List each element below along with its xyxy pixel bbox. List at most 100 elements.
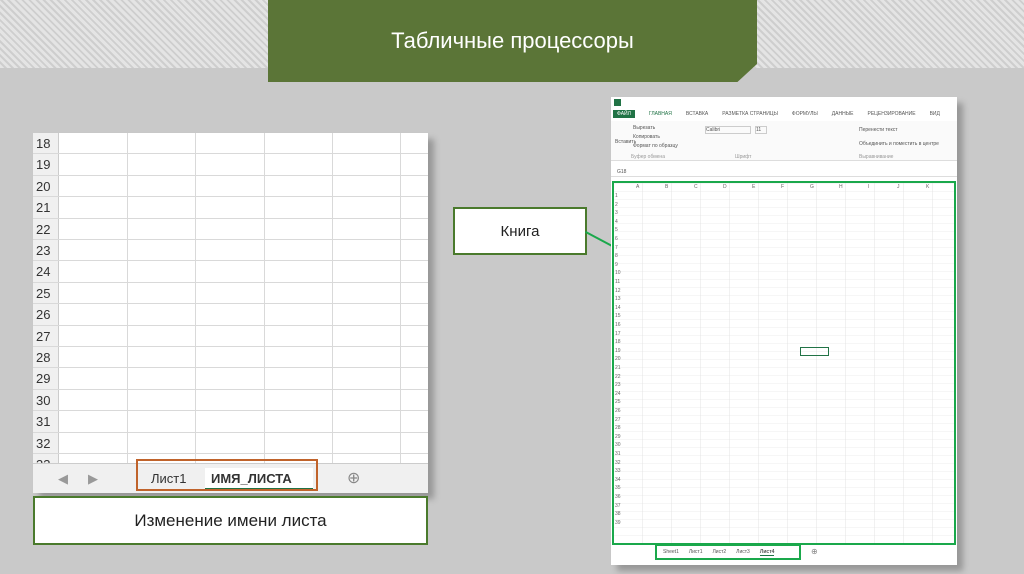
row-number[interactable]: 37 xyxy=(615,503,621,509)
book-label: Книга xyxy=(500,222,540,240)
row-number[interactable]: 8 xyxy=(615,253,618,259)
row-number[interactable]: 39 xyxy=(615,520,621,526)
row-number[interactable]: 29 xyxy=(615,434,621,440)
ribbon-tab[interactable]: ФАЙЛ xyxy=(613,110,635,118)
column-header[interactable]: C xyxy=(694,184,698,190)
row-number[interactable]: 36 xyxy=(615,494,621,500)
row-number[interactable]: 3 xyxy=(615,210,618,216)
row-number[interactable]: 21 xyxy=(615,365,621,371)
row-number[interactable]: 32 xyxy=(615,460,621,466)
size-select[interactable]: 11 xyxy=(755,126,767,134)
row-number[interactable]: 35 xyxy=(615,485,621,491)
row-number[interactable]: 19 xyxy=(615,348,621,354)
row-number: 21 xyxy=(36,200,51,216)
worksheet-grid[interactable]: A B C D E F G H I J K 1 2 3 4 5 6 7 8 9 10 11 12 13 14 15 16 17 18 19… xyxy=(612,181,956,545)
connector-line xyxy=(585,231,615,248)
row-number[interactable]: 30 xyxy=(615,442,621,448)
row-number[interactable]: 25 xyxy=(615,399,621,405)
row-number[interactable]: 6 xyxy=(615,236,618,242)
sheet-tab[interactable]: Sheet1 xyxy=(663,549,679,555)
row-number[interactable]: 33 xyxy=(615,468,621,474)
sheet-tab[interactable]: Лист2 xyxy=(713,549,727,555)
column-header[interactable]: E xyxy=(752,184,755,190)
row-number[interactable]: 27 xyxy=(615,417,621,423)
font-select[interactable]: Calibri xyxy=(705,126,751,134)
selected-cell[interactable] xyxy=(800,347,829,356)
row-number[interactable]: 38 xyxy=(615,511,621,517)
row-number: 31 xyxy=(36,414,51,430)
ribbon-tab[interactable]: ВСТАВКА xyxy=(686,111,708,117)
row-number: 26 xyxy=(36,307,51,323)
name-box[interactable]: G18 xyxy=(617,169,626,175)
column-header[interactable]: I xyxy=(868,184,869,190)
title-text: Табличные процессоры xyxy=(391,28,634,53)
table-row: 31 xyxy=(33,411,428,433)
format-painter-button[interactable]: Формат по образцу xyxy=(633,143,678,149)
row-number[interactable]: 34 xyxy=(615,477,621,483)
row-number[interactable]: 7 xyxy=(615,245,618,251)
row-number[interactable]: 31 xyxy=(615,451,621,457)
plus-circle-icon[interactable]: ⊕ xyxy=(347,468,360,490)
row-number[interactable]: 2 xyxy=(615,202,618,208)
plus-circle-icon[interactable]: ⊕ xyxy=(811,547,818,556)
slide-title: Табличные процессоры xyxy=(268,0,757,82)
col-line xyxy=(400,133,401,463)
column-header[interactable]: K xyxy=(926,184,929,190)
row-number[interactable]: 12 xyxy=(615,288,621,294)
table-row: 25 xyxy=(33,283,428,305)
row-number[interactable]: 28 xyxy=(615,425,621,431)
column-header[interactable]: F xyxy=(781,184,784,190)
row-number[interactable]: 9 xyxy=(615,262,618,268)
row-number[interactable]: 23 xyxy=(615,382,621,388)
table-row: 30 xyxy=(33,390,428,412)
ribbon-tab[interactable]: РЕЦЕНЗИРОВАНИЕ xyxy=(868,111,916,117)
sheet-tab[interactable]: Лист4 xyxy=(759,549,775,556)
row-number[interactable]: 20 xyxy=(615,356,621,362)
wrap-text-button[interactable]: Перенести текст xyxy=(859,127,898,133)
ribbon-tab[interactable]: ДАННЫЕ xyxy=(832,111,854,117)
row-number: 18 xyxy=(36,136,51,151)
row-number[interactable]: 10 xyxy=(615,270,621,276)
ribbon-tab[interactable]: ВИД xyxy=(930,111,940,117)
col-line xyxy=(195,133,196,463)
column-header[interactable]: G xyxy=(810,184,814,190)
row-number[interactable]: 18 xyxy=(615,339,621,345)
scroll-left-icon[interactable]: ◀ xyxy=(58,468,68,490)
table-row: 20 xyxy=(33,176,428,198)
excel-window: ФАЙЛ ГЛАВНАЯ ВСТАВКА РАЗМЕТКА СТРАНИЦЫ ФОРМУ… xyxy=(611,97,957,565)
ribbon-tab[interactable]: РАЗМЕТКА СТРАНИЦЫ xyxy=(722,111,778,117)
column-header[interactable]: D xyxy=(723,184,727,190)
row-number[interactable]: 14 xyxy=(615,305,621,311)
caption-box: Изменение имени листа xyxy=(33,496,428,545)
col-line xyxy=(127,133,128,463)
row-number[interactable]: 11 xyxy=(615,279,620,285)
column-header[interactable]: A xyxy=(636,184,639,190)
row-number[interactable]: 13 xyxy=(615,296,621,302)
cut-button[interactable]: Вырезать xyxy=(633,125,655,131)
row-number[interactable]: 4 xyxy=(615,219,618,225)
row-number[interactable]: 26 xyxy=(615,408,621,414)
table-row: 29 xyxy=(33,368,428,390)
row-number[interactable]: 1 xyxy=(615,193,618,199)
row-number[interactable]: 5 xyxy=(615,227,618,233)
sheet-tab[interactable]: Лист1 xyxy=(689,549,703,555)
scroll-right-icon[interactable]: ▶ xyxy=(88,468,98,490)
formula-bar[interactable]: G18 xyxy=(611,167,957,177)
merge-button[interactable]: Объединить и поместить в центре xyxy=(859,141,939,147)
row-number[interactable]: 24 xyxy=(615,391,621,397)
copy-button[interactable]: Копировать xyxy=(633,134,660,140)
row-number[interactable]: 15 xyxy=(615,313,621,319)
row-number[interactable]: 17 xyxy=(615,331,621,337)
sheet-tab[interactable]: Лист3 xyxy=(736,549,750,555)
column-header[interactable]: H xyxy=(839,184,843,190)
column-header[interactable]: J xyxy=(897,184,900,190)
column-header[interactable]: B xyxy=(665,184,668,190)
book-label-box: Книга xyxy=(453,207,587,255)
row-number[interactable]: 16 xyxy=(615,322,621,328)
table-row: 23 xyxy=(33,240,428,262)
group-label: Выравнивание xyxy=(859,154,894,160)
row-number[interactable]: 22 xyxy=(615,374,621,380)
row-number: 19 xyxy=(36,157,51,173)
ribbon-tab[interactable]: ФОРМУЛЫ xyxy=(792,111,818,117)
ribbon-tab[interactable]: ГЛАВНАЯ xyxy=(649,111,672,117)
